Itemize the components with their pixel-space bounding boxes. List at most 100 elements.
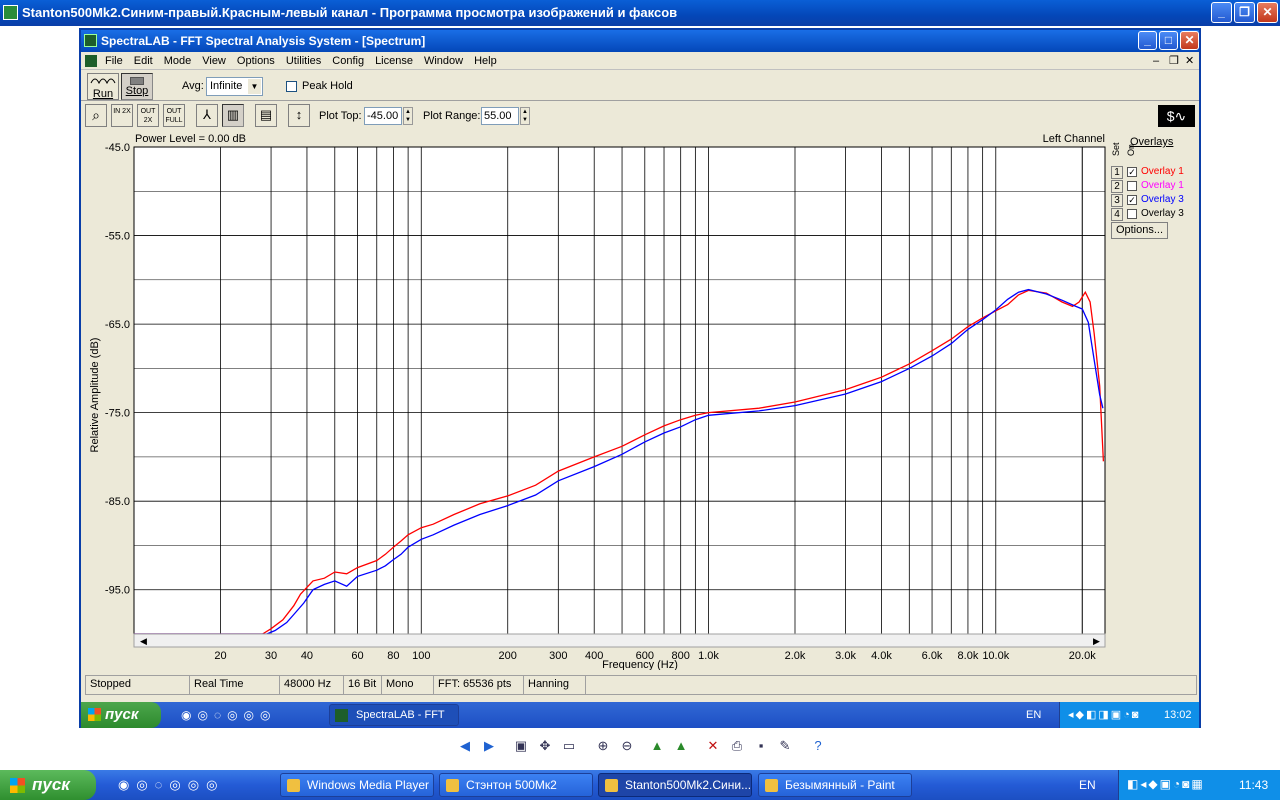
menu-help[interactable]: Help: [474, 55, 497, 67]
inner-quicklaunch-icons[interactable]: ◉◎◌◎◎◎: [181, 708, 276, 722]
taskbar-window-button[interactable]: Стэнтон 500Мк2: [439, 773, 593, 797]
y-scale-button[interactable]: ↕: [288, 104, 310, 127]
status-cell: Real Time: [190, 676, 280, 694]
menu-config[interactable]: Config: [332, 55, 364, 67]
save-icon[interactable]: ▪: [753, 738, 769, 754]
menu-window[interactable]: Window: [424, 55, 463, 67]
y-axis-label: Relative Amplitude (dB): [89, 338, 101, 453]
toolbar-main: Run Stop Avg: Infinite ▼ Peak Hold: [81, 71, 1199, 101]
stop-button[interactable]: Stop: [121, 73, 153, 100]
taskbar-window-icon: [765, 779, 778, 792]
scroll-left-icon[interactable]: ◀: [140, 636, 147, 646]
edit-icon[interactable]: ✎: [777, 738, 793, 754]
menu-file[interactable]: File: [105, 55, 123, 67]
close-button[interactable]: ✕: [1257, 2, 1278, 23]
slideshow-icon[interactable]: ▭: [561, 738, 577, 754]
scroll-right-icon[interactable]: ▶: [1093, 636, 1100, 646]
overlay-set-button[interactable]: 1: [1111, 166, 1123, 179]
minimize-button[interactable]: _: [1211, 2, 1232, 23]
overlays-options-button[interactable]: Options...: [1111, 222, 1168, 239]
print-icon[interactable]: ⎙: [729, 738, 745, 754]
plot-top-input[interactable]: [364, 107, 402, 125]
mdi-minimize-icon[interactable]: –: [1153, 52, 1159, 70]
channel-text: Left Channel: [1043, 133, 1105, 145]
peak-hold-checkbox[interactable]: [286, 81, 297, 92]
taskbar-window-label: Stanton500Mk2.Сини...: [625, 778, 752, 792]
app-close-button[interactable]: ✕: [1180, 31, 1199, 50]
inner-lang-indicator[interactable]: EN: [1026, 702, 1041, 728]
mdi-close-icon[interactable]: ✕: [1185, 52, 1194, 70]
inner-start-label: пуск: [105, 706, 139, 723]
quicklaunch-icons[interactable]: ◉◎◌◎◎◎: [118, 777, 224, 793]
table-view-button[interactable]: ▤: [255, 104, 277, 127]
outer-window-title: Stanton500Mk2.Синим-правый.Красным-левый…: [22, 5, 678, 20]
x-tick-label: 8.0k: [958, 650, 979, 662]
zoom-in-icon[interactable]: ⊕: [595, 738, 611, 754]
overlay-on-checkbox[interactable]: ✓: [1127, 167, 1137, 177]
help-icon[interactable]: ?: [810, 738, 826, 754]
chevron-down-icon[interactable]: ▼: [248, 79, 261, 94]
taskbar-window-icon: [605, 779, 618, 792]
horizontal-scrollbar[interactable]: [133, 633, 1106, 648]
menu-license[interactable]: License: [375, 55, 413, 67]
best-fit-icon[interactable]: ▣: [513, 738, 529, 754]
rotate-cw-icon[interactable]: ▲: [649, 738, 665, 754]
inner-tray-icons[interactable]: ◂◆◧◨▣◔◙: [1068, 708, 1140, 721]
plot-top-spinner[interactable]: ▲ ▼: [403, 107, 413, 125]
taskbar-window-icon: [287, 779, 300, 792]
inner-start-button[interactable]: пуск: [81, 702, 161, 728]
status-cell: 48000 Hz: [280, 676, 344, 694]
x-tick-label: 3.0k: [835, 650, 856, 662]
zoom-magnifier-button[interactable]: ⌕: [85, 104, 107, 127]
inner-task-spectralab[interactable]: SpectraLAB - FFT Spe...: [329, 704, 459, 741]
plot-range-input[interactable]: [481, 107, 519, 125]
delete-icon[interactable]: ✕: [705, 738, 721, 754]
plot-area[interactable]: [133, 146, 1106, 635]
peak-marker-button[interactable]: ⅄: [196, 104, 218, 127]
taskbar-window-button[interactable]: Windows Media Player: [280, 773, 434, 797]
tray-icons[interactable]: ◧◂◆▣◔◙▦: [1127, 777, 1205, 791]
lang-indicator[interactable]: EN: [1079, 772, 1096, 798]
outer-window-titlebar[interactable]: Stanton500Mk2.Синим-правый.Красным-левый…: [0, 0, 1280, 26]
zoom-out-icon[interactable]: ⊖: [619, 738, 635, 754]
app-maximize-button[interactable]: □: [1159, 31, 1178, 50]
start-button[interactable]: пуск: [0, 770, 96, 800]
zoom-in-2x-button[interactable]: IN 2X: [111, 104, 133, 127]
plot-range-spinner[interactable]: ▲ ▼: [520, 107, 530, 125]
overlay-set-button[interactable]: 2: [1111, 180, 1123, 193]
app-minimize-button[interactable]: _: [1138, 31, 1157, 50]
next-icon[interactable]: ▶: [481, 738, 497, 754]
signal-generator-icon[interactable]: $∿: [1158, 105, 1195, 127]
zoom-out-full-button[interactable]: OUT FULL: [163, 104, 185, 127]
menu-view[interactable]: View: [202, 55, 226, 67]
menu-edit[interactable]: Edit: [134, 55, 153, 67]
overlay-on-checkbox[interactable]: ✓: [1127, 195, 1137, 205]
bars-view-button[interactable]: ▥: [222, 104, 244, 127]
overlay-on-checkbox[interactable]: [1127, 181, 1137, 191]
mdi-restore-icon[interactable]: ❐: [1169, 52, 1179, 70]
zoom-out-full-label: OUT FULL: [165, 108, 183, 124]
taskbar-window-button[interactable]: Stanton500Mk2.Сини...: [598, 773, 752, 797]
menu-mode[interactable]: Mode: [164, 55, 192, 67]
menu-items: File Edit Mode View Options Utilities Config Li…: [105, 55, 508, 67]
spectralab-titlebar[interactable]: SpectraLAB - FFT Spectral Analysis Syste…: [81, 30, 1199, 52]
menu-options[interactable]: Options: [237, 55, 275, 67]
overlay-set-button[interactable]: 3: [1111, 194, 1123, 207]
avg-select[interactable]: Infinite ▼: [206, 77, 263, 96]
maximize-button[interactable]: ❐: [1234, 2, 1255, 23]
menu-utilities[interactable]: Utilities: [286, 55, 321, 67]
spectralab-window: SpectraLAB - FFT Spectral Analysis Syste…: [79, 28, 1201, 741]
spectralab-task-icon: [335, 709, 348, 722]
system-tray: ◧◂◆▣◔◙▦ 11:43: [1118, 770, 1280, 800]
run-button[interactable]: Run: [87, 73, 119, 100]
inner-system-tray: ◂◆◧◨▣◔◙ 13:02: [1059, 702, 1199, 728]
overlay-on-checkbox[interactable]: [1127, 209, 1137, 219]
prev-icon[interactable]: ◀: [457, 738, 473, 754]
zoom-out-2x-button[interactable]: OUT 2X: [137, 104, 159, 127]
overlay-set-button[interactable]: 4: [1111, 208, 1123, 221]
rotate-ccw-icon[interactable]: ▲: [673, 738, 689, 754]
actual-size-icon[interactable]: ✥: [537, 738, 553, 754]
taskbar-window-button[interactable]: Безымянный - Paint: [758, 773, 912, 797]
overlays-set-label: Set: [1111, 142, 1121, 156]
viewer-toolbar: ◀ ▶ ▣ ✥ ▭ ⊕ ⊖ ▲ ▲ ✕ ⎙ ▪ ✎?: [450, 736, 830, 758]
